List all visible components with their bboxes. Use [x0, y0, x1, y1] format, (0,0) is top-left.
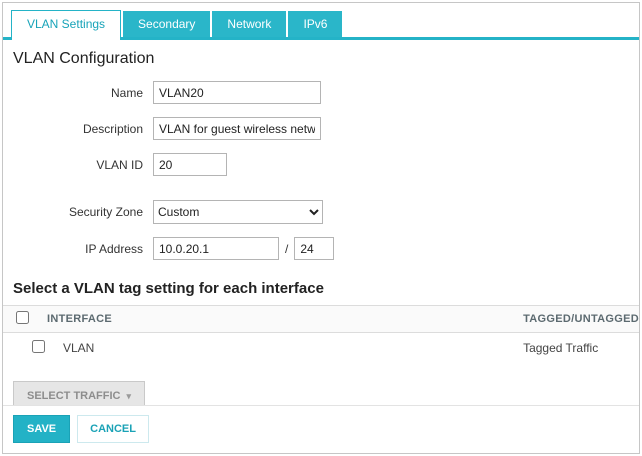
save-button[interactable]: SAVE [13, 415, 71, 443]
security-zone-select[interactable]: Custom [153, 200, 323, 224]
name-row: Name [3, 81, 639, 104]
ip-prefix-input[interactable] [294, 237, 335, 260]
name-label: Name [110, 85, 143, 100]
select-all-checkbox[interactable] [16, 311, 29, 324]
interface-table: INTERFACE TAGGED/UNTAGGED VLAN Tagged Tr… [3, 305, 639, 363]
name-input[interactable] [153, 81, 321, 104]
interface-section-heading: Select a VLAN tag setting for each inter… [13, 280, 324, 297]
ip-address-label: IP Address [85, 241, 143, 256]
ip-prefix-separator: / [285, 241, 289, 256]
vlan-id-row: VLAN ID [3, 153, 639, 176]
description-input[interactable] [153, 117, 321, 140]
select-traffic-label: SELECT TRAFFIC [27, 390, 121, 402]
tagged-column-header: TAGGED/UNTAGGED [523, 313, 639, 325]
tab-network[interactable]: Network [212, 11, 287, 37]
description-label: Description [82, 121, 143, 136]
tab-secondary[interactable]: Secondary [123, 11, 211, 37]
tab-vlan-settings[interactable]: VLAN Settings [11, 10, 122, 40]
security-zone-label: Security Zone [68, 205, 143, 219]
vlan-settings-page: VLAN Settings Secondary Network IPv6 VLA… [2, 2, 640, 454]
vlan-id-input[interactable] [153, 153, 227, 176]
description-row: Description [3, 117, 639, 140]
vlan-config-form: Name Description VLAN ID Security Zone C… [3, 81, 639, 260]
footer-action-bar: SAVE CANCEL [3, 405, 639, 453]
tab-ipv6[interactable]: IPv6 [288, 11, 343, 37]
cancel-button[interactable]: CANCEL [77, 415, 149, 443]
vlan-id-label: VLAN ID [96, 157, 143, 172]
caret-down-icon: ▾ [126, 390, 132, 401]
tab-bar: VLAN Settings Secondary Network IPv6 [3, 3, 639, 40]
interface-table-header-row: INTERFACE TAGGED/UNTAGGED [3, 305, 639, 333]
tagged-cell: Tagged Traffic [523, 341, 599, 355]
security-zone-row: Security Zone Custom [3, 200, 639, 224]
interface-cell: VLAN [63, 341, 95, 355]
page-title: VLAN Configuration [13, 50, 155, 67]
ip-address-row: IP Address / [3, 237, 639, 260]
vlan-row-checkbox[interactable] [32, 340, 45, 353]
interface-column-header: INTERFACE [47, 313, 113, 325]
ip-address-input[interactable] [153, 237, 279, 260]
table-row: VLAN Tagged Traffic [3, 333, 639, 364]
